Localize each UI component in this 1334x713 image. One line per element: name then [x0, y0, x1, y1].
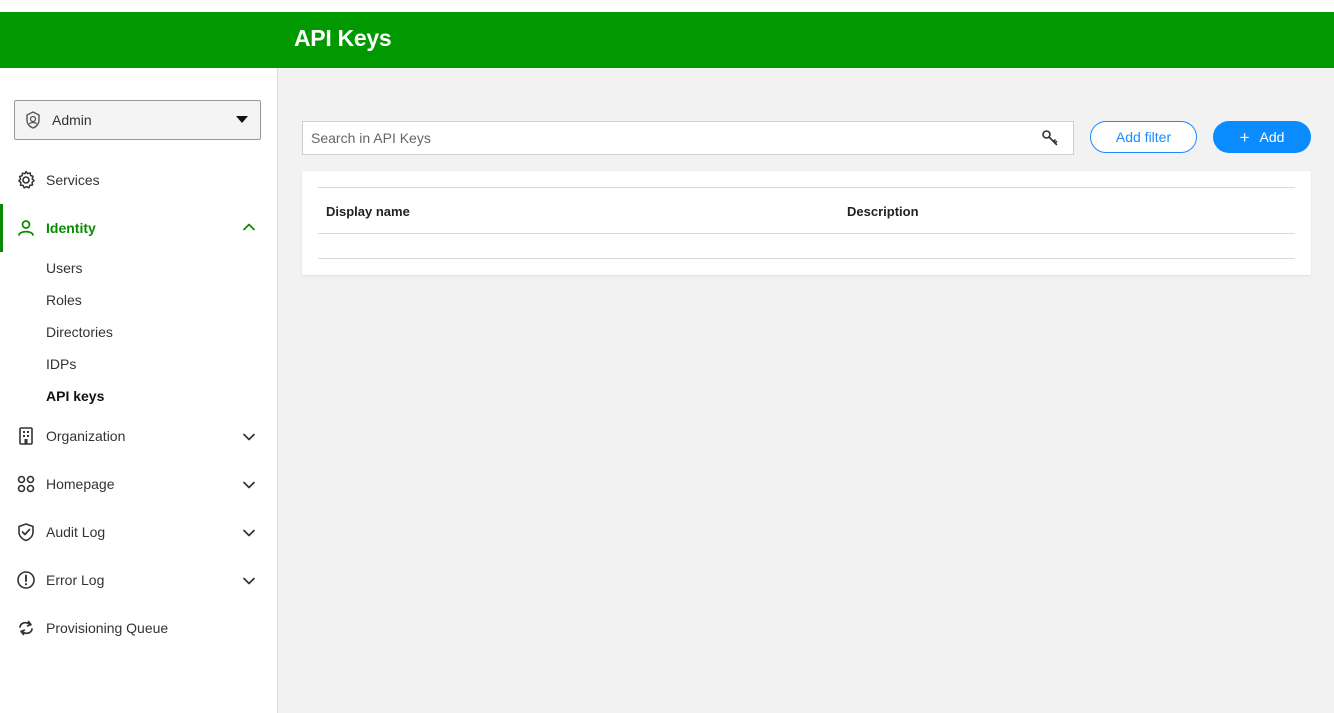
- add-button[interactable]: + Add: [1213, 121, 1311, 153]
- sidebar-item-label: Audit Log: [46, 524, 106, 540]
- gear-icon: [18, 170, 35, 189]
- sync-icon: [19, 620, 33, 636]
- search-input[interactable]: [303, 122, 1023, 154]
- grid-icon: [17, 475, 35, 493]
- sidebar: Admin Services Identity Users Roles Dire…: [0, 68, 278, 713]
- active-indicator: [0, 204, 3, 252]
- key-icon[interactable]: [1041, 129, 1059, 147]
- chevron-down-icon[interactable]: [242, 574, 256, 588]
- column-header-display-name[interactable]: Display name: [326, 204, 410, 219]
- sidebar-item-organization[interactable]: Organization: [0, 416, 277, 456]
- sidebar-item-label: Homepage: [46, 476, 115, 492]
- table-top-divider: [318, 187, 1295, 188]
- table-header-divider: [318, 233, 1295, 234]
- sidebar-item-audit-log[interactable]: Audit Log: [0, 512, 277, 552]
- sidebar-item-label: Error Log: [46, 572, 105, 588]
- table-bottom-divider: [318, 258, 1295, 259]
- page-title: API Keys: [294, 25, 392, 51]
- sidebar-item-label: Identity: [46, 220, 96, 236]
- sidebar-item-error-log[interactable]: Error Log: [0, 560, 277, 600]
- shield-check-icon: [18, 523, 34, 542]
- person-icon: [18, 220, 34, 236]
- main-content: Add filter + Add Display name Descriptio…: [278, 68, 1334, 713]
- sidebar-item-label: Services: [46, 172, 100, 188]
- building-icon: [19, 427, 33, 445]
- chevron-down-icon[interactable]: [242, 478, 256, 492]
- top-strip: [0, 0, 1334, 12]
- alert-circle-icon: [17, 571, 35, 589]
- context-select-value: Admin: [52, 112, 92, 128]
- chevron-down-icon[interactable]: [242, 430, 256, 444]
- search-box[interactable]: [302, 121, 1074, 155]
- context-select[interactable]: Admin: [14, 100, 261, 140]
- admin-shield-icon: [26, 111, 40, 129]
- chevron-down-icon[interactable]: [242, 526, 256, 540]
- sidebar-item-label: Organization: [46, 428, 126, 444]
- add-button-label: Add: [1259, 129, 1285, 145]
- sidebar-item-homepage[interactable]: Homepage: [0, 464, 277, 504]
- sidebar-subitem-users[interactable]: Users: [46, 260, 83, 276]
- sidebar-item-services[interactable]: Services: [0, 160, 277, 200]
- chevron-up-icon[interactable]: [242, 220, 256, 234]
- add-filter-button[interactable]: Add filter: [1090, 121, 1197, 153]
- sidebar-item-provisioning-queue[interactable]: Provisioning Queue: [0, 608, 277, 648]
- api-keys-table: Display name Description: [302, 171, 1311, 275]
- caret-down-icon: [236, 116, 248, 123]
- sidebar-item-identity[interactable]: Identity: [0, 204, 277, 252]
- sidebar-subitem-api-keys[interactable]: API keys: [46, 388, 104, 404]
- column-header-description[interactable]: Description: [847, 204, 919, 219]
- plus-icon: +: [1239, 127, 1250, 147]
- sidebar-subitem-roles[interactable]: Roles: [46, 292, 82, 308]
- sidebar-subitem-directories[interactable]: Directories: [46, 324, 113, 340]
- sidebar-subitem-idps[interactable]: IDPs: [46, 356, 76, 372]
- app-header: API Keys: [0, 12, 1334, 68]
- sidebar-item-label: Provisioning Queue: [46, 620, 169, 636]
